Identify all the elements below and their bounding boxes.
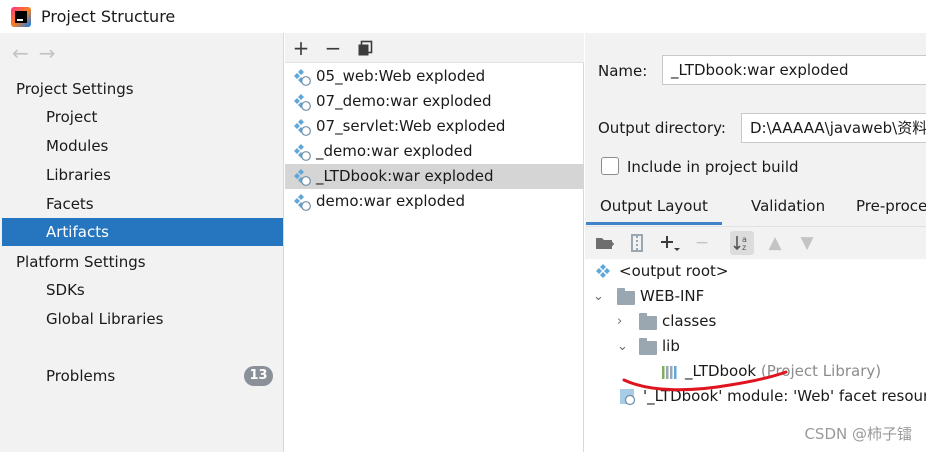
- folder-icon: [639, 338, 657, 355]
- artifact-name: 07_demo:war exploded: [316, 92, 492, 110]
- intellij-logo-icon: [11, 7, 31, 27]
- add-artifact-button[interactable]: +: [289, 36, 313, 60]
- artifact-name: 05_web:Web exploded: [316, 67, 486, 85]
- tab-pre-processing[interactable]: Pre-proce: [856, 193, 926, 225]
- artifact-web-icon: [294, 94, 311, 111]
- chevron-right-icon[interactable]: ›: [617, 309, 622, 334]
- artifact-name: _demo:war exploded: [316, 142, 473, 160]
- include-in-build-checkbox[interactable]: [601, 157, 619, 175]
- artifacts-toolbar: + −: [285, 33, 584, 63]
- output-directory-label: Output directory:: [598, 119, 726, 137]
- classes-label: classes: [662, 312, 717, 330]
- settings-sidebar: ←→ Project Settings Project Modules Libr…: [0, 33, 284, 452]
- artifact-web-icon: [294, 144, 311, 161]
- artifact-web-icon: [294, 119, 311, 136]
- new-folder-button[interactable]: [593, 231, 617, 255]
- library-name: _LTDbook: [685, 362, 757, 380]
- move-up-button[interactable]: ▲: [763, 231, 787, 255]
- sort-az-icon: az: [733, 235, 747, 252]
- artifact-row[interactable]: 07_demo:war exploded: [285, 89, 584, 114]
- library-icon: [662, 366, 677, 379]
- sort-alphabetically-button[interactable]: az: [730, 231, 754, 255]
- sidebar-item-libraries[interactable]: Libraries: [2, 161, 283, 189]
- tree-node-lib[interactable]: ⌄ lib: [617, 334, 680, 359]
- problems-count-badge: 13: [244, 366, 273, 386]
- project-settings-header: Project Settings: [16, 80, 134, 98]
- module-resources-label: '_LTDbook' module: 'Web' facet resources: [643, 387, 926, 405]
- output-directory-input[interactable]: D:\AAAAA\javaweb\资料: [741, 113, 926, 143]
- artifact-row[interactable]: _demo:war exploded: [285, 139, 584, 164]
- name-label: Name:: [598, 62, 648, 80]
- platform-settings-header: Platform Settings: [16, 253, 146, 271]
- include-in-build-label: Include in project build: [627, 158, 799, 176]
- sidebar-item-facets[interactable]: Facets: [2, 190, 283, 218]
- move-down-button[interactable]: ▼: [795, 231, 819, 255]
- web-inf-label: WEB-INF: [640, 287, 705, 305]
- tab-validation[interactable]: Validation: [751, 193, 825, 225]
- artifact-row[interactable]: _LTDbook:war exploded: [285, 164, 584, 189]
- library-type: (Project Library): [760, 362, 882, 380]
- sidebar-item-artifacts[interactable]: Artifacts: [2, 218, 283, 246]
- artifacts-list-pane: + − 05_web:Web exploded 07_demo:war explo…: [285, 33, 584, 452]
- artifact-row[interactable]: demo:war exploded: [285, 189, 584, 214]
- web-resource-icon: [620, 389, 636, 406]
- sidebar-item-project[interactable]: Project: [2, 103, 283, 131]
- folder-icon: [617, 288, 635, 305]
- folder-add-icon: [596, 238, 614, 249]
- lib-label: lib: [662, 337, 680, 355]
- name-input[interactable]: _LTDbook:war exploded: [662, 55, 926, 85]
- chevron-down-icon[interactable]: ⌄: [617, 334, 628, 359]
- problems-label: Problems: [46, 367, 116, 385]
- tree-node-web-inf[interactable]: ⌄ WEB-INF: [593, 284, 704, 309]
- svg-text:z: z: [742, 243, 746, 252]
- artifact-name: _LTDbook:war exploded: [316, 167, 494, 185]
- tab-output-layout[interactable]: Output Layout: [586, 193, 722, 225]
- artifact-diamond-icon: [596, 264, 610, 278]
- remove-element-button[interactable]: −: [690, 231, 714, 255]
- artifact-web-icon: [294, 69, 311, 86]
- tree-node-classes[interactable]: › classes: [617, 309, 716, 334]
- archive-icon: [631, 234, 643, 252]
- artifact-name: demo:war exploded: [316, 192, 465, 210]
- arrow-left-icon[interactable]: ←: [12, 41, 39, 65]
- arrow-right-icon[interactable]: →: [39, 41, 66, 65]
- artifact-row[interactable]: 05_web:Web exploded: [285, 64, 584, 89]
- folder-icon: [639, 313, 657, 330]
- remove-artifact-button[interactable]: −: [321, 36, 345, 60]
- sidebar-item-global-libraries[interactable]: Global Libraries: [2, 305, 283, 333]
- artifact-details-pane: Name: _LTDbook:war exploded Output direc…: [585, 33, 926, 452]
- copy-icon: [358, 40, 373, 56]
- layout-toolbar: − az ▲ ▼: [585, 226, 926, 258]
- archive-button[interactable]: [625, 231, 649, 255]
- artifact-web-icon: [294, 194, 311, 211]
- title-bar: Project Structure: [0, 0, 926, 33]
- sidebar-item-sdks[interactable]: SDKs: [2, 276, 283, 304]
- chevron-down-icon[interactable]: ⌄: [593, 284, 604, 309]
- tree-node-ltdbook-library[interactable]: _LTDbook (Project Library): [661, 359, 881, 384]
- window-title: Project Structure: [41, 7, 176, 26]
- add-copy-of-button[interactable]: [658, 231, 682, 255]
- csdn-watermark: CSDN @柿子镭: [804, 425, 912, 443]
- output-root-label: <output root>: [619, 262, 729, 280]
- artifact-row[interactable]: 07_servlet:Web exploded: [285, 114, 584, 139]
- nav-arrows: ←→: [12, 41, 66, 65]
- sidebar-item-problems[interactable]: Problems 13: [2, 362, 283, 390]
- plus-dropdown-icon: [661, 236, 680, 251]
- copy-artifact-button[interactable]: [353, 36, 377, 60]
- artifact-web-icon: [294, 169, 311, 186]
- artifact-name: 07_servlet:Web exploded: [316, 117, 506, 135]
- tree-node-module-resources[interactable]: '_LTDbook' module: 'Web' facet resources: [619, 384, 926, 409]
- sidebar-item-modules[interactable]: Modules: [2, 132, 283, 160]
- tree-node-output-root[interactable]: <output root>: [595, 259, 728, 284]
